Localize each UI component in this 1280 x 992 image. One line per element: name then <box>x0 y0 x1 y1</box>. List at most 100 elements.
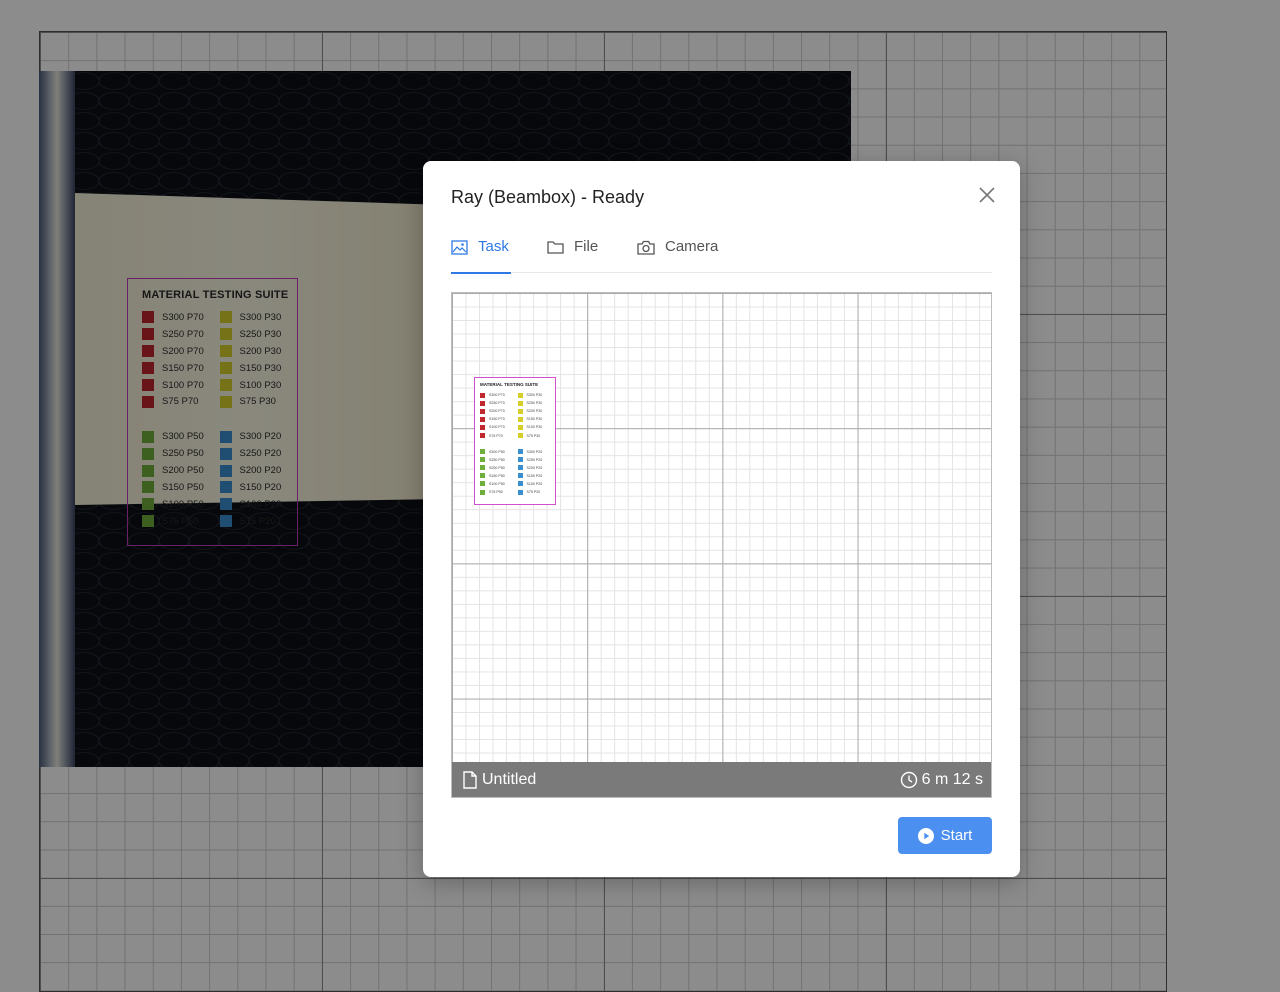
dialog-title: Ray (Beambox) - Ready <box>451 187 645 207</box>
play-circle-icon <box>917 827 934 844</box>
thumbnail-item: S75 P50 <box>480 489 518 495</box>
tab-camera[interactable]: Camera <box>637 235 718 273</box>
task-preview: MATERIAL TESTING SUITE S300 P70 S300 P30 S… <box>451 292 992 798</box>
dialog-tabs: Task File Camera <box>451 235 992 274</box>
thumbnail-item: S200 P50 <box>480 465 518 471</box>
thumbnail-label: S200 P30 <box>526 409 543 414</box>
thumbnail-row: S200 P70 S200 P30 <box>480 407 555 415</box>
thumbnail-item: S250 P30 <box>517 400 556 406</box>
thumbnail-label: S75 P50 <box>489 490 503 495</box>
tab-task-label: Task <box>478 238 509 255</box>
thumbnail-item: S250 P50 <box>480 457 518 463</box>
thumbnail-color-swatch <box>517 449 523 455</box>
image-icon <box>451 240 468 255</box>
estimated-time-info: 6 m 12 s <box>900 771 983 789</box>
camera-icon <box>637 240 655 255</box>
thumbnail-label: S200 P50 <box>489 465 505 470</box>
thumbnail-item: S250 P70 <box>480 400 518 406</box>
thumbnail-item: S150 P20 <box>517 473 556 479</box>
thumbnail-label: S150 P30 <box>526 417 543 422</box>
thumbnail-item: S100 P20 <box>517 481 556 487</box>
thumbnail-color-swatch <box>517 416 523 422</box>
thumbnail-label: S75 P30 <box>526 433 541 438</box>
thumbnail-item: S100 P30 <box>517 424 556 430</box>
thumbnail-item: S300 P50 <box>480 449 518 455</box>
thumbnail-row: S100 P70 S100 P30 <box>480 423 555 431</box>
thumbnail-color-swatch <box>480 392 485 398</box>
thumbnail-label: S300 P20 <box>526 449 543 454</box>
thumbnail-color-swatch <box>480 457 485 463</box>
estimated-time: 6 m 12 s <box>921 770 983 788</box>
thumbnail-label: S100 P50 <box>489 481 505 486</box>
thumbnail-item: S150 P50 <box>480 473 518 479</box>
tab-task[interactable]: Task <box>451 235 511 274</box>
thumbnail-color-swatch <box>517 473 523 479</box>
thumbnail-color-swatch <box>517 392 523 398</box>
thumbnail-row: S75 P50 S75 P20 <box>480 488 555 496</box>
thumbnail-color-swatch <box>480 481 485 487</box>
thumbnail-color-swatch <box>480 400 485 406</box>
thumbnail-item: S150 P70 <box>480 416 518 422</box>
file-name: Untitled <box>482 770 537 788</box>
thumbnail-item: S200 P30 <box>517 408 556 414</box>
thumbnail-label: S200 P70 <box>489 409 505 414</box>
tab-file-label: File <box>574 238 599 255</box>
thumbnail-color-swatch <box>517 433 523 439</box>
file-name-info: Untitled <box>462 771 536 789</box>
thumbnail-label: S300 P70 <box>489 393 505 398</box>
start-label: Start <box>940 827 973 844</box>
thumbnail-label: S250 P70 <box>489 401 505 406</box>
close-button[interactable] <box>974 182 1000 208</box>
thumbnail-color-swatch <box>517 481 523 487</box>
thumbnail-item: S75 P70 <box>480 433 518 439</box>
design-thumbnail: MATERIAL TESTING SUITE S300 P70 S300 P30 S… <box>474 377 556 505</box>
close-icon <box>979 187 995 203</box>
thumbnail-item: S250 P20 <box>517 457 556 463</box>
thumbnail-color-swatch <box>480 433 485 439</box>
machine-task-dialog: Ray (Beambox) - Ready Task File Camera M… <box>423 161 1020 877</box>
thumbnail-row: S200 P50 S200 P20 <box>480 464 555 472</box>
clock-icon <box>900 771 917 788</box>
thumbnail-color-swatch <box>480 416 485 422</box>
thumbnail-item: S100 P50 <box>480 481 518 487</box>
tab-file[interactable]: File <box>547 235 598 273</box>
thumbnail-item: S300 P30 <box>517 392 556 398</box>
thumbnail-color-swatch <box>480 408 485 414</box>
thumbnail-title: MATERIAL TESTING SUITE <box>480 382 539 387</box>
thumbnail-label: S250 P20 <box>526 457 543 462</box>
thumbnail-row: S300 P70 S300 P30 <box>480 391 555 399</box>
thumbnail-label: S150 P20 <box>526 473 543 478</box>
thumbnail-item: S75 P20 <box>517 489 556 495</box>
thumbnail-color-swatch <box>480 424 485 430</box>
thumbnail-item: S300 P70 <box>480 392 518 398</box>
thumbnail-label: S150 P70 <box>489 417 505 422</box>
thumbnail-row: S150 P70 S150 P30 <box>480 415 555 423</box>
thumbnail-label: S150 P50 <box>489 473 505 478</box>
thumbnail-row: S150 P50 S150 P20 <box>480 472 555 480</box>
thumbnail-item: S75 P30 <box>517 433 556 439</box>
file-icon <box>463 770 477 789</box>
thumbnail-item: S200 P20 <box>517 465 556 471</box>
thumbnail-label: S250 P50 <box>489 457 505 462</box>
thumbnail-row: S250 P70 S250 P30 <box>480 399 555 407</box>
thumbnail-label: S100 P30 <box>526 425 543 430</box>
thumbnail-label: S100 P70 <box>489 425 505 430</box>
folder-icon <box>547 241 564 254</box>
thumbnail-color-swatch <box>517 400 523 406</box>
start-button[interactable]: Start <box>898 817 992 854</box>
thumbnail-label: S200 P20 <box>526 465 543 470</box>
thumbnail-color-swatch <box>517 489 523 495</box>
thumbnail-item: S150 P30 <box>517 416 556 422</box>
thumbnail-label: S100 P20 <box>526 481 543 486</box>
thumbnail-label: S300 P30 <box>526 393 543 398</box>
thumbnail-color-swatch <box>517 424 523 430</box>
thumbnail-color-swatch <box>480 465 485 471</box>
thumbnail-color-swatch <box>480 489 485 495</box>
preview-footer: Untitled 6 m 12 s <box>452 762 991 797</box>
thumbnail-color-swatch <box>517 465 523 471</box>
thumbnail-color-swatch <box>517 457 523 463</box>
thumbnail-row: S100 P50 S100 P20 <box>480 480 555 488</box>
thumbnail-label: S75 P70 <box>489 433 503 438</box>
thumbnail-item: S300 P20 <box>517 449 556 455</box>
thumbnail-label: S250 P30 <box>526 401 543 406</box>
